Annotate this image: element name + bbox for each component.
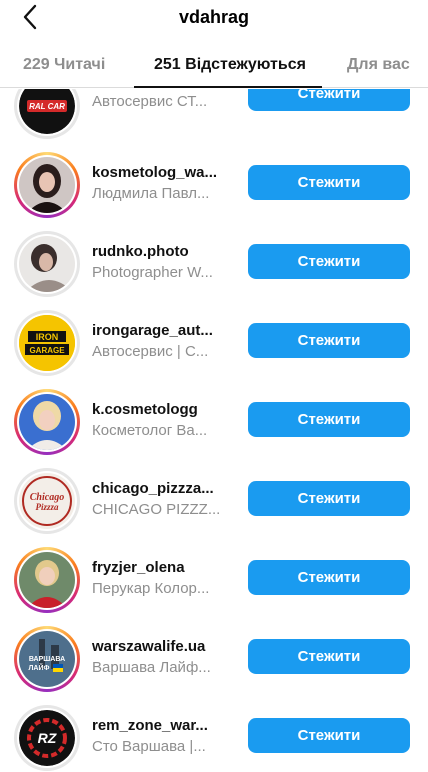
subtitle: Перукар Колор... [92,580,210,597]
username[interactable]: irongarage_aut... [92,322,213,339]
tab-for-you[interactable]: Для вас [347,44,410,88]
avatar[interactable]: RAL CAR [19,89,75,134]
follow-button[interactable]: Стежити [248,560,410,595]
subtitle: Автосервис СТ... [92,93,208,110]
subtitle: Варшава Лайф... [92,659,211,676]
username[interactable]: warszawalife.ua [92,638,205,655]
svg-text:RAL CAR: RAL CAR [29,102,65,111]
tab-followers[interactable]: 229 Читачі [23,44,105,88]
follow-button[interactable]: Стежити [248,89,410,111]
avatar[interactable]: ВАРШАВА ЛАЙФ [19,631,75,687]
list-item[interactable]: RAL CAR ralcarserwis Автосервис СТ... Ст… [0,89,428,145]
avatar[interactable] [19,552,75,608]
avatar-ring: RAL CAR [14,89,80,139]
avatar-ring [14,231,80,297]
username[interactable]: kosmetolog_wa... [92,164,217,181]
subtitle: Photographer W... [92,264,213,281]
avatar-ring: IRON GARAGE [14,310,80,376]
list-item[interactable]: IRON GARAGE irongarage_aut... Автосервис … [0,303,428,382]
follow-button[interactable]: Стежити [248,323,410,358]
username[interactable]: k.cosmetologg [92,401,198,418]
svg-text:ВАРШАВА: ВАРШАВА [29,656,65,663]
username[interactable]: chicago_pizzza... [92,480,214,497]
list-item[interactable]: rudnko.photo Photographer W... Стежити [0,224,428,303]
svg-text:RZ: RZ [38,730,57,746]
follow-tabs: 229 Читачі 251 Відстежуються Для вас [0,44,428,88]
svg-text:ЛАЙФ: ЛАЙФ [29,663,50,672]
follow-button[interactable]: Стежити [248,244,410,279]
tab-following[interactable]: 251 Відстежуються [154,44,306,88]
avatar[interactable]: RZ [19,710,75,766]
avatar-ring: Chicago Pizzza [14,468,80,534]
profile-username-title: vdahrag [178,7,250,27]
follow-button[interactable]: Стежити [248,165,410,200]
username[interactable]: fryzjer_olena [92,559,185,576]
list-item[interactable]: kosmetolog_wa... Людмила Павл... Стежити [0,145,428,224]
follow-button[interactable]: Стежити [248,639,410,674]
svg-text:IRON: IRON [36,332,59,342]
story-ring: ВАРШАВА ЛАЙФ [14,626,80,692]
top-bar: vdahrag [0,0,428,38]
subtitle: CHICAGO PIZZZ... [92,501,221,518]
svg-text:GARAGE: GARAGE [29,346,65,355]
list-item[interactable]: k.cosmetologg Косметолог Ва... Стежити [0,382,428,461]
subtitle: Сто Варшава |... [92,738,206,755]
avatar-ring: RZ [14,705,80,771]
username[interactable]: ralcarserwis [92,89,180,91]
avatar[interactable] [19,394,75,450]
subtitle: Людмила Павл... [92,185,210,202]
story-ring [14,152,80,218]
following-list[interactable]: RAL CAR ralcarserwis Автосервис СТ... Ст… [0,89,428,772]
list-item[interactable]: fryzjer_olena Перукар Колор... Стежити [0,540,428,619]
avatar[interactable]: Chicago Pizzza [19,473,75,529]
list-item[interactable]: ВАРШАВА ЛАЙФ warszawalife.ua Варшава Лайф… [0,619,428,698]
avatar[interactable]: IRON GARAGE [19,315,75,371]
follow-button[interactable]: Стежити [248,402,410,437]
active-tab-indicator [134,86,322,88]
list-item[interactable]: Chicago Pizzza chicago_pizzza... CHICAGO … [0,461,428,540]
subtitle: Автосервис | С... [92,343,209,360]
follow-button[interactable]: Стежити [248,718,410,753]
story-ring [14,547,80,613]
subtitle: Косметолог Ва... [92,422,208,439]
avatar[interactable] [19,236,75,292]
avatar[interactable] [19,157,75,213]
username[interactable]: rem_zone_war... [92,717,208,734]
username[interactable]: rudnko.photo [92,243,189,260]
svg-text:Pizzza: Pizzza [35,502,59,512]
list-item[interactable]: RZ rem_zone_war... Сто Варшава |... Стеж… [0,698,428,772]
follow-button[interactable]: Стежити [248,481,410,516]
story-ring [14,389,80,455]
